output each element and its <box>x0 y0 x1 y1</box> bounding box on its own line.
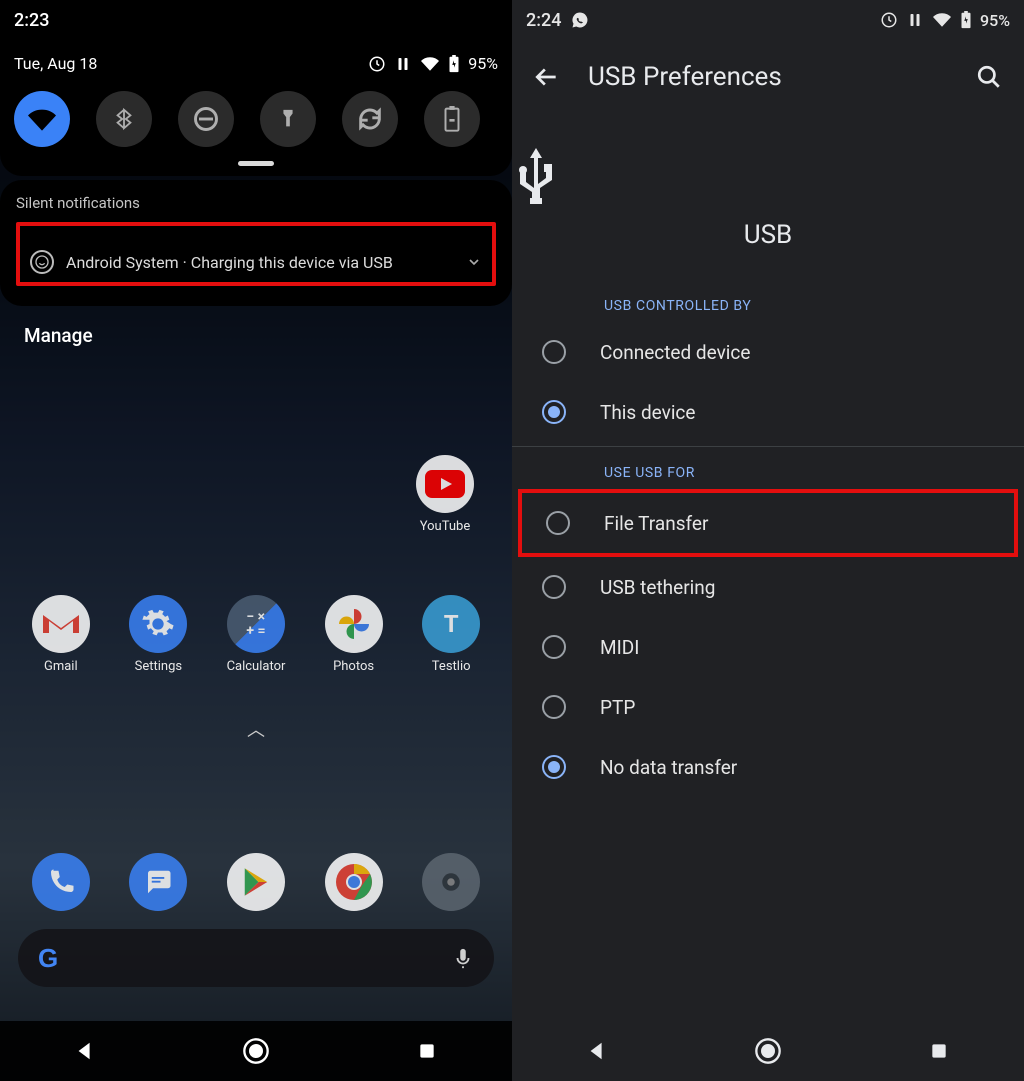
status-time: 2:23 <box>14 10 49 31</box>
notification-shade[interactable]: Tue, Aug 18 95% <box>0 40 512 176</box>
app-gmail[interactable]: Gmail <box>22 595 100 674</box>
gear-icon <box>129 595 187 653</box>
dock-play-store[interactable] <box>217 853 295 911</box>
chrome-icon <box>325 853 383 911</box>
nav-home-icon[interactable] <box>242 1037 270 1065</box>
radio-icon <box>542 635 566 659</box>
dock-chrome[interactable] <box>315 853 393 911</box>
radio-icon <box>542 695 566 719</box>
usb-trident-icon <box>512 148 1024 208</box>
dock-camera[interactable] <box>412 853 490 911</box>
radio-icon <box>546 511 570 535</box>
shade-drag-handle[interactable] <box>238 161 274 166</box>
play-store-icon <box>227 853 285 911</box>
usb-hero: USB <box>512 108 1024 280</box>
app-bar: USB Preferences <box>512 40 1024 108</box>
radio-icon <box>542 340 566 364</box>
radio-selected-icon <box>542 755 566 779</box>
camera-icon <box>422 853 480 911</box>
section-controlled-by: USB CONTROLLED BY <box>512 280 1024 322</box>
dock-messages[interactable] <box>119 853 197 911</box>
option-this-device[interactable]: This device <box>512 382 1024 442</box>
nav-recent-icon[interactable] <box>413 1037 441 1065</box>
quick-settings-row <box>14 91 498 147</box>
app-drawer-caret-icon[interactable]: ︿ <box>0 716 512 742</box>
option-usb-tethering[interactable]: USB tethering <box>512 557 1024 617</box>
option-midi[interactable]: MIDI <box>512 617 1024 677</box>
option-connected-device[interactable]: Connected device <box>512 322 1024 382</box>
qs-dnd-tile[interactable] <box>178 91 234 147</box>
radio-icon <box>542 575 566 599</box>
silent-notifications-title: Silent notifications <box>16 194 496 212</box>
qs-battery-saver-tile[interactable] <box>424 91 480 147</box>
nav-recent-icon[interactable] <box>925 1037 953 1065</box>
qs-bluetooth-tile[interactable] <box>96 91 152 147</box>
gmail-icon <box>32 595 90 653</box>
silent-notifications-card: Silent notifications Android System · Ch… <box>0 180 512 306</box>
android-system-icon <box>30 250 54 274</box>
option-no-data-transfer[interactable]: No data transfer <box>512 737 1024 797</box>
youtube-icon <box>416 455 474 513</box>
shade-status-icons: 95% <box>368 54 498 73</box>
calculator-icon: − ×+ = <box>227 595 285 653</box>
navigation-bar <box>0 1021 512 1081</box>
qs-wifi-tile[interactable] <box>14 91 70 147</box>
photos-icon <box>325 595 383 653</box>
dock-phone[interactable] <box>22 853 100 911</box>
highlight-box-file-transfer: File Transfer <box>518 489 1018 557</box>
nav-back-icon[interactable] <box>71 1037 99 1065</box>
phone-icon <box>32 853 90 911</box>
status-time: 2:24 <box>526 10 561 31</box>
app-testlio[interactable]: T Testlio <box>412 595 490 674</box>
app-settings[interactable]: Settings <box>119 595 197 674</box>
status-bar: 2:24 95% <box>512 0 1024 40</box>
chevron-down-icon[interactable] <box>466 254 482 270</box>
navigation-bar <box>512 1021 1024 1081</box>
usb-hero-label: USB <box>512 220 1024 250</box>
back-arrow-icon[interactable] <box>534 64 560 90</box>
messages-icon <box>129 853 187 911</box>
mic-icon[interactable] <box>452 945 474 971</box>
usb-notification[interactable]: Android System · Charging this device vi… <box>30 250 482 274</box>
highlight-box-notification: Android System · Charging this device vi… <box>16 222 496 286</box>
status-bar: 2:23 <box>0 0 512 40</box>
shade-date: Tue, Aug 18 <box>14 54 97 73</box>
radio-selected-icon <box>542 400 566 424</box>
nav-home-icon[interactable] <box>754 1037 782 1065</box>
option-ptp[interactable]: PTP <box>512 677 1024 737</box>
search-icon[interactable] <box>976 64 1002 90</box>
google-logo-icon: G <box>38 943 58 974</box>
app-youtube[interactable]: YouTube <box>406 455 484 534</box>
page-title: USB Preferences <box>588 62 948 92</box>
battery-percent: 95% <box>468 54 498 73</box>
app-photos[interactable]: Photos <box>315 595 393 674</box>
google-search-bar[interactable]: G <box>18 929 494 987</box>
qs-flashlight-tile[interactable] <box>260 91 316 147</box>
section-use-usb-for: USE USB FOR <box>512 447 1024 489</box>
option-file-transfer[interactable]: File Transfer <box>522 493 1014 553</box>
nav-back-icon[interactable] <box>583 1037 611 1065</box>
whatsapp-status-icon <box>571 11 589 29</box>
testlio-icon: T <box>422 595 480 653</box>
manage-button[interactable]: Manage <box>0 306 512 365</box>
status-icons-right: 95% <box>880 11 1010 30</box>
battery-percent: 95% <box>980 11 1010 30</box>
qs-rotation-tile[interactable] <box>342 91 398 147</box>
notification-text: Android System · Charging this device vi… <box>66 253 393 272</box>
app-calculator[interactable]: − ×+ = Calculator <box>217 595 295 674</box>
